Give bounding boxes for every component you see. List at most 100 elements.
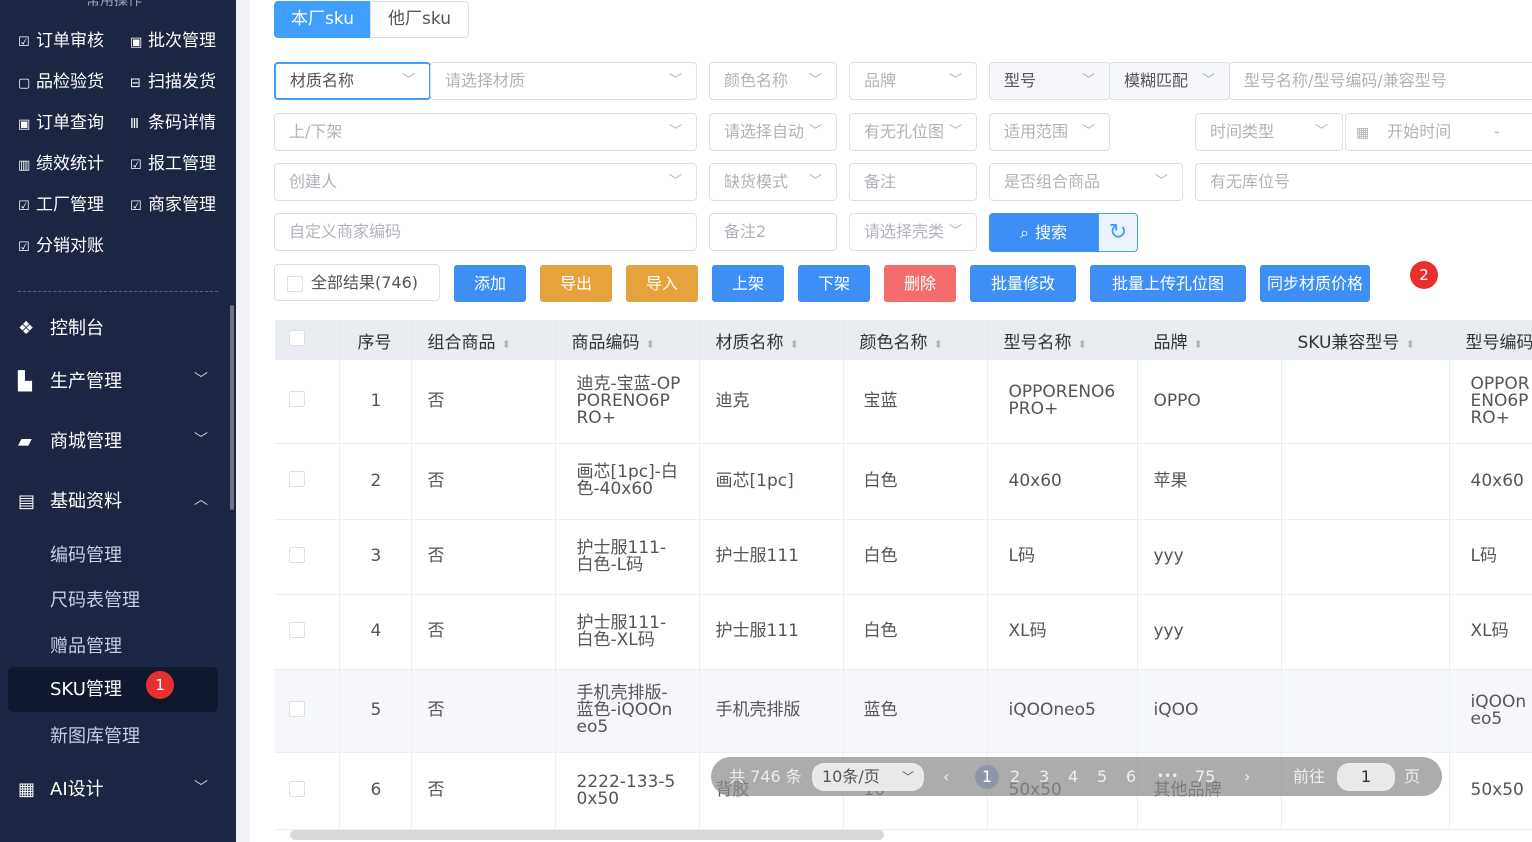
horizontal-scrollbar[interactable] — [290, 830, 884, 840]
col-model-code[interactable]: 型号编码 — [1449, 320, 1532, 360]
quick-work-report[interactable]: ☑ 报工管理 — [130, 149, 216, 174]
menu-console[interactable]: ❖ 控制台 — [18, 314, 218, 344]
page-2[interactable]: 2 — [1010, 757, 1020, 796]
chevron-up-icon: ︿ — [194, 492, 208, 508]
import-button[interactable]: 导入 — [626, 265, 698, 302]
sidebar-scrollbar[interactable] — [230, 305, 234, 510]
submenu-code-manage[interactable]: 编码管理 — [50, 541, 122, 567]
submenu-size-table[interactable]: 尺码表管理 — [50, 586, 140, 612]
table-row[interactable]: 1 否迪克-宝蓝-OPPORENO6PRO+ 迪克 宝蓝 OPPORENO6PRO+ OP… — [275, 360, 1532, 444]
select-all-cell[interactable] — [275, 320, 340, 360]
batch-edit-button[interactable]: 批量修改 — [970, 265, 1076, 302]
delete-button[interactable]: 删除 — [884, 265, 956, 302]
shelve-button[interactable]: 上架 — [712, 265, 784, 302]
submenu-gallery[interactable]: 新图库管理 — [50, 722, 140, 748]
cell-color: 宝蓝 — [843, 360, 988, 444]
more-pages-icon[interactable]: ••• — [1157, 757, 1178, 796]
page-5[interactable]: 5 — [1097, 757, 1107, 796]
col-color[interactable]: 颜色名称 ⬍ — [843, 320, 988, 360]
tab-other-sku[interactable]: 他厂sku — [370, 1, 469, 38]
row-select-cell[interactable] — [275, 594, 340, 670]
page-1[interactable]: 1 — [975, 765, 999, 789]
sort-icon: ⬍ — [1077, 337, 1087, 351]
cell-model-code: 50x50 — [1449, 752, 1532, 830]
stockout-mode-select[interactable]: 缺货模式 ﹀ — [709, 163, 837, 201]
cell-index: 5 — [339, 669, 412, 753]
combo-select[interactable]: 是否组合商品 ﹀ — [989, 163, 1183, 201]
submenu-gift-manage[interactable]: 赠品管理 — [50, 632, 122, 658]
export-button[interactable]: 导出 — [540, 265, 612, 302]
table-row[interactable]: 3 否护士服111-白色-L码 护士服111 白色 L码 yyy L码 — [275, 519, 1532, 595]
menu-mall[interactable]: ▰ 商城管理 ﹀ — [18, 427, 218, 457]
search-button[interactable]: ⌕ 搜索 — [989, 213, 1098, 252]
time-type-select[interactable]: 时间类型 ﹀ — [1195, 113, 1343, 151]
col-material[interactable]: 材质名称 ⬍ — [699, 320, 844, 360]
case-type-select[interactable]: 请选择壳类 ﹀ — [849, 213, 977, 251]
col-model[interactable]: 型号名称 ⬍ — [987, 320, 1138, 360]
row-select-cell[interactable] — [275, 443, 340, 520]
brand-select[interactable]: 品牌 ﹀ — [849, 62, 977, 100]
col-compat[interactable]: SKU兼容型号 ⬍ — [1281, 320, 1450, 360]
chevron-down-icon: ﹀ — [1154, 174, 1168, 189]
quick-distribution[interactable]: ☑ 分销对账 — [18, 231, 104, 256]
checkbox-icon — [287, 275, 303, 292]
cell-model-code: 40x60 — [1449, 443, 1532, 520]
page-jump-input[interactable]: 1 — [1337, 763, 1395, 791]
quick-barcode-detail[interactable]: Ⅲ 条码详情 — [130, 108, 216, 133]
remark-input[interactable]: 备注 — [849, 163, 977, 201]
page-size-select[interactable]: 10条/页 ﹀ — [812, 763, 924, 791]
creator-select[interactable]: 创建人 ﹀ — [274, 163, 697, 201]
unshelve-button[interactable]: 下架 — [798, 265, 870, 302]
submenu-sku-manage[interactable]: SKU管理 1 — [8, 667, 218, 712]
quick-order-query[interactable]: ▣ 订单查询 — [18, 108, 104, 133]
row-select-cell[interactable] — [275, 752, 340, 830]
cell-code: 护士服111-白色-XL码 — [555, 594, 700, 670]
col-code[interactable]: 商品编码 ⬍ — [555, 320, 700, 360]
batch-upload-button[interactable]: 批量上传孔位图 — [1090, 265, 1246, 302]
add-button[interactable]: 添加 — [454, 265, 526, 302]
quick-quality-check[interactable]: ▢ 品检验货 — [18, 67, 104, 92]
quick-factory-manage[interactable]: ☑ 工厂管理 — [18, 190, 104, 215]
quick-merchant-manage[interactable]: ☑ 商家管理 — [130, 190, 216, 215]
page-3[interactable]: 3 — [1039, 757, 1049, 796]
next-page-icon[interactable]: › — [1244, 757, 1250, 796]
page-6[interactable]: 6 — [1126, 757, 1136, 796]
model-select[interactable]: 型号 ﹀ — [989, 62, 1110, 100]
quick-performance[interactable]: ▥ 绩效统计 — [18, 149, 104, 174]
table-row[interactable]: 2 否画芯[1pc]-白色-40x60 画芯[1pc] 白色 40x60 苹果 40x60 — [275, 443, 1532, 520]
cell-compat — [1281, 443, 1450, 520]
auto-select[interactable]: 请选择自动 ﹀ — [709, 113, 837, 151]
row-select-cell[interactable] — [275, 519, 340, 595]
quick-scan-ship[interactable]: ⊟ 扫描发货 — [130, 67, 216, 92]
location-input[interactable]: 有无库位号 — [1195, 163, 1532, 201]
menu-production[interactable]: ▙ 生产管理 ﹀ — [18, 367, 218, 397]
menu-ai-design[interactable]: ▦ AI设计 ﹀ — [18, 775, 218, 805]
table-row[interactable]: 4 否护士服111-白色-XL码 护士服111 白色 XL码 yyy XL码 — [275, 594, 1532, 670]
page-75[interactable]: 75 — [1195, 757, 1215, 796]
remark2-input[interactable]: 备注2 — [709, 213, 837, 251]
model-search-input[interactable]: 型号名称/型号编码/兼容型号 — [1229, 62, 1532, 100]
match-mode-select[interactable]: 模糊匹配 ﹀ — [1109, 62, 1230, 100]
table-row[interactable]: 5 否手机壳排版-蓝色-iQOOneo5 手机壳排版 蓝色 iQOOneo5 iQOO iQ… — [275, 669, 1532, 753]
date-range-picker[interactable]: ▦ 开始时间 - — [1345, 113, 1532, 151]
prev-page-icon[interactable]: ‹ — [943, 757, 949, 796]
refresh-icon[interactable]: ↻ — [1098, 213, 1138, 252]
scope-select[interactable]: 适用范围 ﹀ — [989, 113, 1110, 151]
material-type-select[interactable]: 材质名称 ﹀ — [274, 62, 431, 100]
quick-order-review[interactable]: ☑ 订单审核 — [18, 26, 104, 51]
shelf-status-select[interactable]: 上/下架 ﹀ — [274, 113, 697, 151]
tab-own-sku[interactable]: 本厂sku — [274, 1, 371, 38]
page-4[interactable]: 4 — [1068, 757, 1078, 796]
sync-price-button[interactable]: 同步材质价格 — [1260, 265, 1370, 302]
material-select[interactable]: 请选择材质 ﹀ — [430, 62, 697, 100]
menu-basic-data[interactable]: ▤ 基础资料 ︿ — [18, 487, 218, 517]
merchant-code-input[interactable]: 自定义商家编码 — [274, 213, 697, 251]
hole-image-select[interactable]: 有无孔位图 ﹀ — [849, 113, 977, 151]
all-results-checkbox[interactable]: 全部结果(746) — [274, 264, 440, 301]
color-select[interactable]: 颜色名称 ﹀ — [709, 62, 837, 100]
col-brand[interactable]: 品牌 ⬍ — [1137, 320, 1282, 360]
col-combo[interactable]: 组合商品 ⬍ — [411, 320, 556, 360]
row-select-cell[interactable] — [275, 360, 340, 444]
row-select-cell[interactable] — [275, 669, 340, 753]
quick-batch-manage[interactable]: ▣ 批次管理 — [130, 26, 216, 51]
